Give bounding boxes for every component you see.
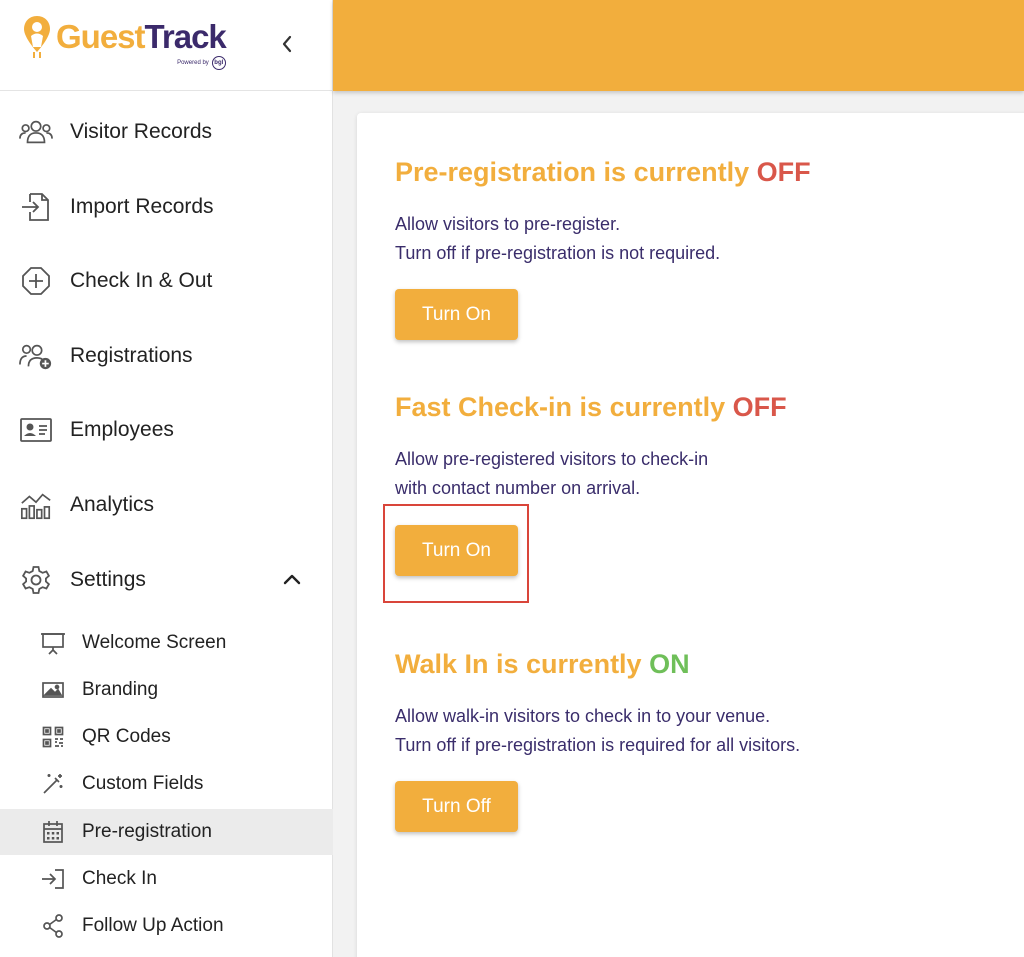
section-title-prefix: Pre-registration is currently [395, 157, 757, 187]
section-description-line1: Allow visitors to pre-register. [395, 214, 621, 234]
walk-in-turn-off-button[interactable]: Turn Off [395, 781, 518, 832]
image-icon [40, 677, 66, 703]
sidebar-subitem-label: QR Codes [82, 726, 171, 747]
sidebar-subitem-label: Branding [82, 679, 159, 700]
brand-name-guest: Guest [56, 18, 146, 55]
powered-by: Powered by bgl [177, 56, 226, 70]
sidebar-item-label: Check In & Out [70, 269, 213, 292]
status-off-label: OFF [732, 392, 787, 422]
sidebar-item-registrations[interactable]: Registrations [0, 331, 333, 381]
sidebar-item-import-records[interactable]: Import Records [0, 182, 333, 232]
sidebar-item-label: Employees [70, 418, 174, 441]
sidebar-item-label: Analytics [70, 493, 155, 516]
person-add-icon [19, 339, 53, 373]
collapse-sidebar-button[interactable] [276, 30, 298, 58]
magic-wand-icon [40, 771, 66, 797]
share-icon [40, 913, 66, 939]
sidebar-item-label: Settings [70, 568, 146, 591]
plus-circle-icon [19, 264, 53, 298]
sidebar-item-label: Registrations [70, 344, 193, 367]
sidebar-item-employees[interactable]: Employees [0, 405, 333, 455]
walk-in-section: Walk In is currently ON Allow walk-in vi… [395, 649, 800, 760]
top-header-bar [333, 0, 1024, 91]
id-card-icon [19, 413, 53, 447]
calendar-icon [40, 819, 66, 845]
sidebar-subitem-check-in[interactable]: Check In [0, 856, 333, 902]
fast-check-in-section: Fast Check-in is currently OFF Allow pre… [395, 392, 787, 503]
brand-logo[interactable]: GuestTrack Powered by bgl [22, 14, 227, 70]
status-on-label: ON [649, 649, 690, 679]
section-description-line1: Allow pre-registered visitors to check-i… [395, 449, 709, 469]
sidebar-item-analytics[interactable]: Analytics [0, 480, 333, 530]
section-title-prefix: Walk In is currently [395, 649, 650, 679]
pre-registration-turn-on-button[interactable]: Turn On [395, 289, 518, 340]
people-group-icon [19, 115, 53, 149]
sidebar: GuestTrack Powered by bgl Visitor Record… [0, 0, 333, 957]
section-description-line2: Turn off if pre-registration is required… [395, 735, 801, 755]
sidebar-subitem-follow-up-action[interactable]: Follow Up Action [0, 903, 333, 949]
sidebar-item-settings[interactable]: Settings [0, 555, 333, 605]
qr-code-icon [40, 724, 66, 750]
sidebar-subitem-label: Follow Up Action [82, 915, 224, 936]
sidebar-item-label: Import Records [70, 195, 214, 218]
section-title: Pre-registration is currently OFF [395, 157, 811, 188]
bgl-logo: bgl [211, 56, 226, 70]
section-title: Walk In is currently ON [395, 649, 800, 680]
sign-in-icon [40, 866, 66, 892]
section-title-prefix: Fast Check-in is currently [395, 392, 733, 422]
sidebar-item-check-in-out[interactable]: Check In & Out [0, 256, 333, 306]
bar-chart-icon [19, 488, 53, 522]
sidebar-subitem-label: Custom Fields [82, 773, 204, 794]
person-pin-icon [22, 14, 52, 60]
presentation-icon [40, 630, 66, 656]
sidebar-subitem-custom-fields[interactable]: Custom Fields [0, 761, 333, 807]
section-title: Fast Check-in is currently OFF [395, 392, 787, 423]
sidebar-subitem-qr-codes[interactable]: QR Codes [0, 714, 333, 760]
sidebar-subitem-label: Pre-registration [82, 821, 212, 842]
pre-registration-section: Pre-registration is currently OFF Allow … [395, 157, 811, 268]
file-import-icon [19, 190, 53, 224]
sidebar-subitem-branding[interactable]: Branding [0, 667, 333, 713]
gear-icon [19, 563, 53, 597]
sidebar-subitem-label: Welcome Screen [82, 632, 227, 653]
chevron-up-icon [282, 570, 302, 590]
sidebar-subitem-label: Check In [82, 868, 157, 889]
powered-by-label: Powered by [177, 60, 209, 66]
sidebar-item-visitor-records[interactable]: Visitor Records [0, 107, 333, 157]
sidebar-item-label: Visitor Records [70, 120, 212, 143]
brand-name-track: Track [144, 18, 227, 55]
status-off-label: OFF [756, 157, 811, 187]
section-description-line2: with contact number on arrival. [395, 478, 641, 498]
highlight-box [383, 504, 529, 603]
logo-bar: GuestTrack Powered by bgl [0, 0, 332, 91]
section-description-line2: Turn off if pre-registration is not requ… [395, 243, 721, 263]
sidebar-subitem-pre-registration[interactable]: Pre-registration [0, 809, 333, 855]
section-description-line1: Allow walk-in visitors to check in to yo… [395, 706, 771, 726]
logo-wordmark: GuestTrack Powered by bgl [56, 14, 227, 70]
chevron-left-icon [280, 34, 294, 54]
sidebar-subitem-welcome-screen[interactable]: Welcome Screen [0, 620, 333, 666]
